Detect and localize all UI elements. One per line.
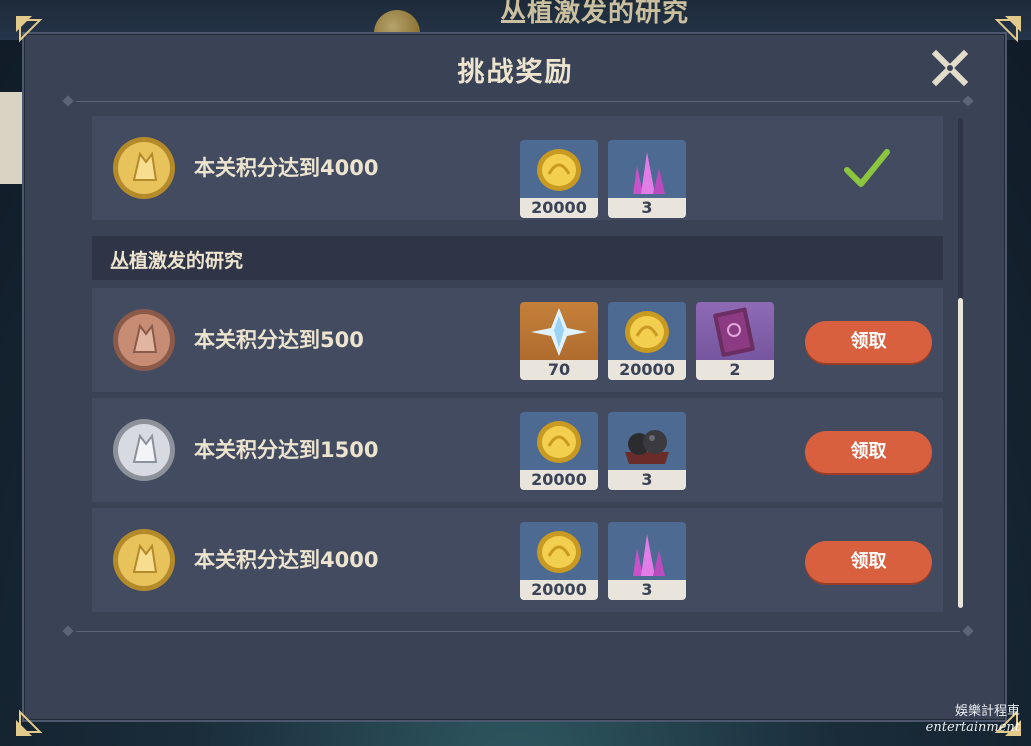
close-icon xyxy=(931,49,969,87)
gold-medal-icon xyxy=(112,528,176,592)
background-event-title: 丛植激发的研究 xyxy=(500,0,690,28)
book-icon xyxy=(705,306,765,358)
close-button[interactable] xyxy=(930,48,970,88)
reward-item[interactable]: 20000 xyxy=(520,412,598,490)
section-title: 丛植激发的研究 xyxy=(110,250,244,272)
reward-row: 本关积分达到4000 20000 3 领取 xyxy=(92,508,943,612)
bronze-medal-icon xyxy=(112,308,176,372)
dialog-title: 挑战奖励 xyxy=(457,57,574,88)
bottom-divider xyxy=(62,625,974,638)
watermark: 娛樂計程車 entertainment xyxy=(880,704,1020,736)
reward-item[interactable]: 20000 xyxy=(608,302,686,380)
row-label: 本关积分达到4000 xyxy=(194,548,379,572)
reward-count: 2 xyxy=(696,360,774,380)
mora-coin-icon xyxy=(529,144,589,196)
primogem-icon xyxy=(529,306,589,358)
crystal-icon xyxy=(617,144,677,196)
crystal-icon xyxy=(617,526,677,578)
silver-medal-icon xyxy=(112,418,176,482)
reward-count: 70 xyxy=(520,360,598,380)
reward-item[interactable]: 3 xyxy=(608,140,686,218)
claim-button[interactable]: 领取 xyxy=(805,541,932,583)
top-divider xyxy=(62,95,974,108)
corner-ornament-icon xyxy=(993,14,1023,44)
reward-count: 20000 xyxy=(608,360,686,380)
background-left-tab xyxy=(0,92,22,184)
reward-count: 20000 xyxy=(520,470,598,490)
reward-row-completed: 本关积分达到4000 20000 3 xyxy=(92,116,943,220)
row-label: 本关积分达到500 xyxy=(194,328,364,352)
corner-ornament-icon xyxy=(14,708,44,738)
watermark-line2: entertainment xyxy=(925,720,1020,735)
reward-item[interactable]: 20000 xyxy=(520,140,598,218)
reward-item[interactable]: 3 xyxy=(608,522,686,600)
scrollbar-thumb[interactable] xyxy=(958,298,963,608)
reward-count: 20000 xyxy=(520,198,598,218)
reward-row: 本关积分达到500 70 20000 2 领取 xyxy=(92,288,943,392)
row-label: 本关积分达到1500 xyxy=(194,438,379,462)
reward-item[interactable]: 3 xyxy=(608,412,686,490)
claim-button[interactable]: 领取 xyxy=(805,321,932,363)
iron-ore-icon xyxy=(617,416,677,468)
reward-item[interactable]: 2 xyxy=(696,302,774,380)
reward-count: 20000 xyxy=(520,580,598,600)
mora-coin-icon xyxy=(529,526,589,578)
claimed-check-icon xyxy=(843,146,891,190)
reward-count: 3 xyxy=(608,580,686,600)
corner-ornament-icon xyxy=(14,14,44,44)
reward-row: 本关积分达到1500 20000 3 领取 xyxy=(92,398,943,502)
mora-coin-icon xyxy=(617,306,677,358)
row-label: 本关积分达到4000 xyxy=(194,156,379,180)
watermark-line1: 娛樂計程車 xyxy=(954,704,1020,719)
gold-medal-icon xyxy=(112,136,176,200)
section-header: 丛植激发的研究 xyxy=(92,236,943,280)
reward-count: 3 xyxy=(608,198,686,218)
reward-item[interactable]: 70 xyxy=(520,302,598,380)
reward-item[interactable]: 20000 xyxy=(520,522,598,600)
reward-count: 3 xyxy=(608,470,686,490)
claim-button[interactable]: 领取 xyxy=(805,431,932,473)
mora-coin-icon xyxy=(529,416,589,468)
